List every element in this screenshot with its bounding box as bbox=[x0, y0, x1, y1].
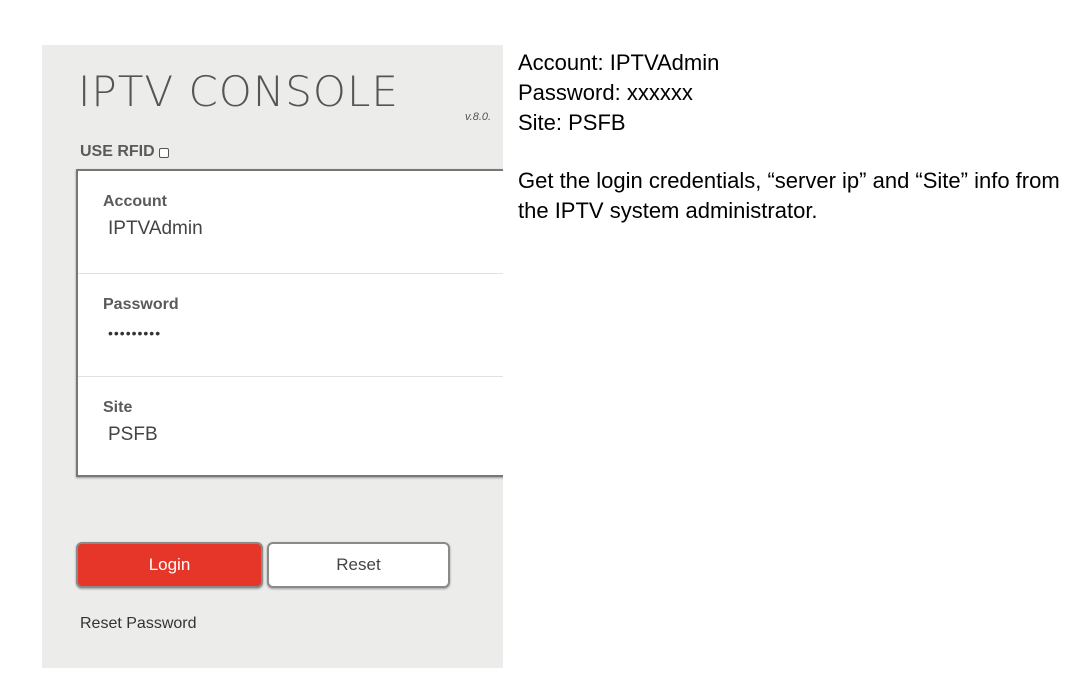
password-input[interactable]: ••••••••• bbox=[108, 325, 161, 341]
note-account: Account: IPTVAdmin bbox=[518, 50, 720, 75]
rfid-checkbox[interactable] bbox=[158, 148, 169, 158]
login-button[interactable]: Login bbox=[76, 542, 263, 588]
account-input[interactable]: IPTVAdmin bbox=[108, 218, 203, 240]
note-instructions: Get the login credentials, “server ip” a… bbox=[518, 168, 1060, 223]
version-label: v.8.0. bbox=[465, 111, 492, 123]
instruction-notes: Account: IPTVAdmin Password: xxxxxx Site… bbox=[518, 48, 1078, 226]
account-field[interactable]: Account IPTVAdmin bbox=[78, 171, 503, 274]
app-title: IPTV CONSOLE bbox=[78, 67, 399, 116]
rfid-label: USE RFID bbox=[80, 143, 155, 160]
credentials-form: Account IPTVAdmin Password ••••••••• Sit… bbox=[76, 169, 503, 477]
reset-button[interactable]: Reset bbox=[267, 542, 450, 588]
note-password: Password: xxxxxx bbox=[518, 80, 693, 105]
site-input[interactable]: PSFB bbox=[108, 424, 158, 446]
site-label: Site bbox=[103, 399, 133, 416]
login-panel: IPTV CONSOLE v.8.0. USE RFID Account IPT… bbox=[42, 45, 503, 668]
password-label: Password bbox=[103, 296, 179, 313]
reset-password-link[interactable]: Reset Password bbox=[80, 615, 197, 633]
password-field[interactable]: Password ••••••••• bbox=[78, 274, 503, 377]
account-label: Account bbox=[103, 193, 167, 210]
site-field[interactable]: Site PSFB bbox=[78, 377, 503, 480]
rfid-toggle-row[interactable]: USE RFID bbox=[80, 143, 169, 161]
note-site: Site: PSFB bbox=[518, 110, 626, 135]
